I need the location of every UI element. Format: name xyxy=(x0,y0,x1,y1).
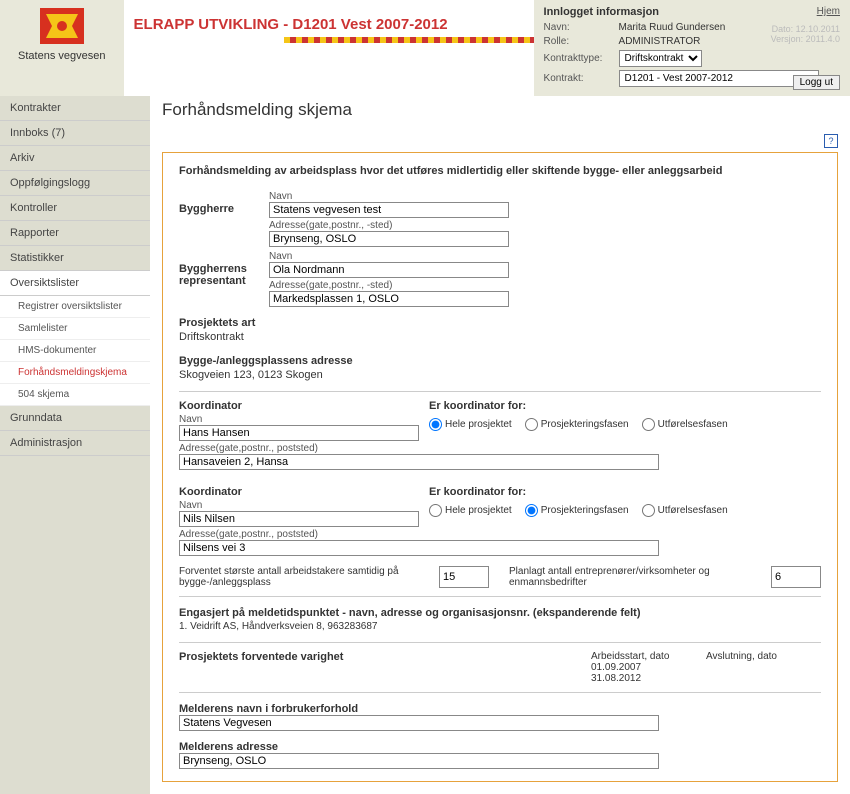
koord1-prosj-radio[interactable]: Prosjekteringsfasen xyxy=(525,418,629,431)
varighet-label: Prosjektets forventede varighet xyxy=(179,651,591,684)
role-label: Rolle: xyxy=(544,36,619,47)
koord1-hele-radio[interactable]: Hele prosjektet xyxy=(429,418,512,431)
nav-sub-samlelister[interactable]: Samlelister xyxy=(0,318,150,340)
login-info-header: Innlogget informasjon xyxy=(544,6,840,18)
byggeanlegg-adresse-value: Skogveien 123, 0123 Skogen xyxy=(179,367,821,383)
engasjert-item: 1. Veidrift AS, Håndverksveien 8, 963283… xyxy=(179,619,821,634)
page-title: Forhåndsmelding skjema xyxy=(162,100,838,120)
koord1-adresse-input[interactable] xyxy=(179,454,659,470)
kontrakt-label: Kontrakt: xyxy=(544,73,619,84)
kontrakt-select[interactable]: D1201 - Vest 2007-2012 xyxy=(619,70,819,87)
home-link[interactable]: Hjem xyxy=(817,6,840,17)
rep-label: Byggherrens representant xyxy=(179,249,269,307)
ktype-label: Kontrakttype: xyxy=(544,53,619,64)
top-bar: Statens vegvesen ELRAPP UTVIKLING - D120… xyxy=(0,0,850,96)
kontrakttype-select[interactable]: Driftskontrakt xyxy=(619,50,702,67)
help-icon[interactable]: ? xyxy=(824,134,838,148)
rep-navn-input[interactable] xyxy=(269,262,509,278)
engasjert-label: Engasjert på meldetidspunktet - navn, ad… xyxy=(179,607,821,619)
melderens-navn-input[interactable] xyxy=(179,715,659,731)
melderens-adresse-input[interactable] xyxy=(179,753,659,769)
app-title: ELRAPP UTVIKLING - D1201 Vest 2007-2012 xyxy=(134,16,534,33)
meta-right: Dato: 12.10.2011 Versjon: 2011.4.0 xyxy=(771,24,840,44)
avslutning-value: 31.08.2012 xyxy=(591,673,706,684)
name-label: Navn: xyxy=(544,22,619,33)
nav-innboks[interactable]: Innboks (7) xyxy=(0,121,150,146)
brand-name: Statens vegvesen xyxy=(0,50,124,62)
nav-sub-504[interactable]: 504 skjema xyxy=(0,384,150,406)
rep-adresse-input[interactable] xyxy=(269,291,509,307)
koord2-utfor-radio[interactable]: Utførelsesfasen xyxy=(642,504,728,517)
prosjektets-art-label: Prosjektets art xyxy=(179,317,821,329)
decorative-stripes xyxy=(284,37,534,43)
byggherre-adresse-input[interactable] xyxy=(269,231,509,247)
role-value: ADMINISTRATOR xyxy=(619,36,701,47)
nav-grunndata[interactable]: Grunndata xyxy=(0,406,150,431)
planlagt-antall-input[interactable] xyxy=(771,566,821,588)
nav-sub-registrer[interactable]: Registrer oversiktslister xyxy=(0,296,150,318)
koord1-utfor-radio[interactable]: Utførelsesfasen xyxy=(642,418,728,431)
logo-area: Statens vegvesen xyxy=(0,0,124,96)
forventet-antall-input[interactable] xyxy=(439,566,489,588)
name-value: Marita Ruud Gundersen xyxy=(619,22,726,33)
login-info-panel: Innlogget informasjon Hjem Dato: 12.10.2… xyxy=(534,0,850,96)
main-content: Forhåndsmelding skjema ? Forhåndsmelding… xyxy=(150,96,850,794)
byggherre-navn-input[interactable] xyxy=(269,202,509,218)
byggherre-label: Byggherre xyxy=(179,189,269,247)
nav-kontrakter[interactable]: Kontrakter xyxy=(0,96,150,121)
koord2-prosj-radio[interactable]: Prosjekteringsfasen xyxy=(525,504,629,517)
nav-administrasjon[interactable]: Administrasjon xyxy=(0,431,150,456)
nav-sub-hms[interactable]: HMS-dokumenter xyxy=(0,340,150,362)
nav-sub-forhandsmelding[interactable]: Forhåndsmeldingskjema xyxy=(0,362,150,384)
nav-arkiv[interactable]: Arkiv xyxy=(0,146,150,171)
form-box: Forhåndsmelding av arbeidsplass hvor det… xyxy=(162,152,838,782)
koord2-hele-radio[interactable]: Hele prosjektet xyxy=(429,504,512,517)
nav-kontroller[interactable]: Kontroller xyxy=(0,196,150,221)
arbeidsstart-value: 01.09.2007 xyxy=(591,662,706,673)
melderens-adresse-label: Melderens adresse xyxy=(179,741,821,753)
koord1-navn-input[interactable] xyxy=(179,425,419,441)
sidebar: Kontrakter Innboks (7) Arkiv Oppfølgings… xyxy=(0,96,150,794)
koord2-navn-input[interactable] xyxy=(179,511,419,527)
nav-oppfolgingslogg[interactable]: Oppfølgingslogg xyxy=(0,171,150,196)
prosjektets-art-value: Driftskontrakt xyxy=(179,329,821,345)
nav-statistikker[interactable]: Statistikker xyxy=(0,246,150,271)
nav-oversiktslister[interactable]: Oversiktslister xyxy=(0,271,150,296)
logo-icon xyxy=(40,8,84,44)
logout-button[interactable]: Logg ut xyxy=(793,75,840,90)
melderens-navn-label: Melderens navn i forbrukerforhold xyxy=(179,703,821,715)
title-area: ELRAPP UTVIKLING - D1201 Vest 2007-2012 xyxy=(124,0,534,96)
byggeanlegg-adresse-label: Bygge-/anleggsplassens adresse xyxy=(179,355,821,367)
form-heading: Forhåndsmelding av arbeidsplass hvor det… xyxy=(179,165,821,177)
koord2-adresse-input[interactable] xyxy=(179,540,659,556)
nav-rapporter[interactable]: Rapporter xyxy=(0,221,150,246)
